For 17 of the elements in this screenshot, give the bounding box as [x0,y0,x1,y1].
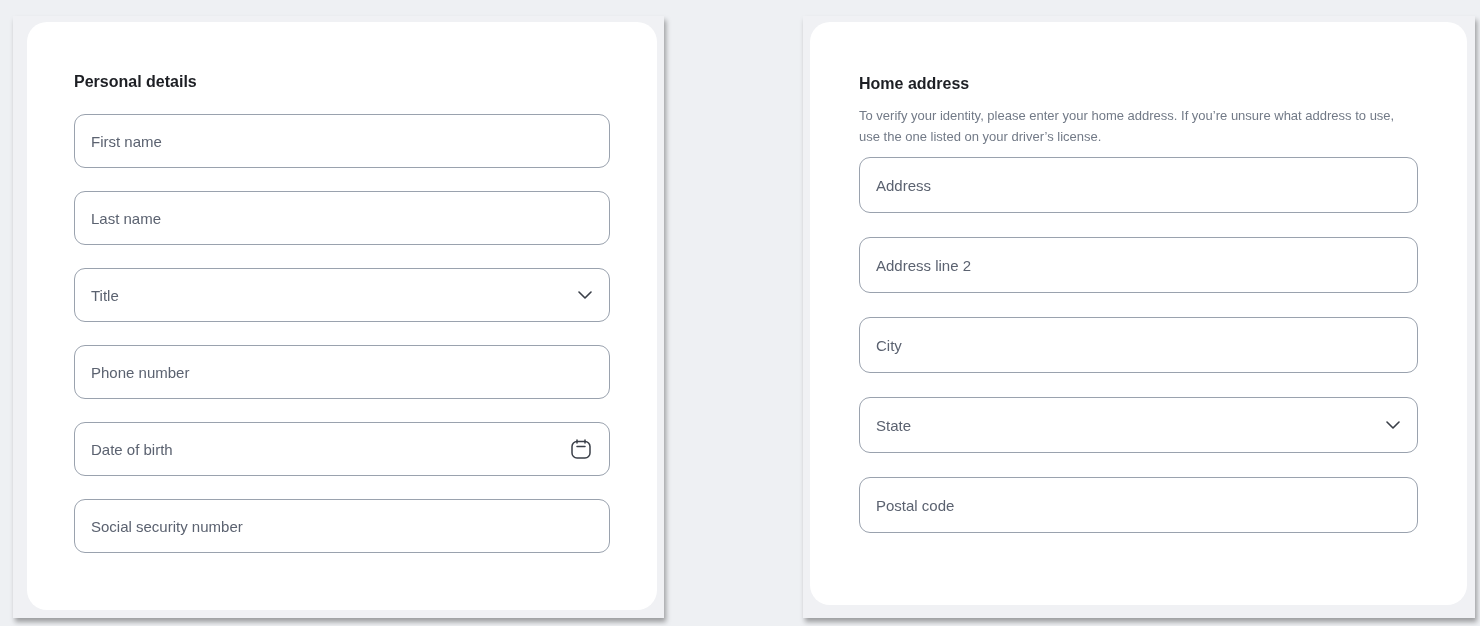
input-field[interactable]: Postal code [859,477,1418,533]
input-field[interactable]: Address [859,157,1418,213]
input-field[interactable]: Address line 2 [859,237,1418,293]
input-field[interactable]: Social security number [74,499,610,553]
section-title: Personal details [74,72,198,92]
select-field[interactable]: Title [74,268,610,322]
chevron-down-icon [578,291,592,299]
input-field[interactable]: Last name [74,191,610,245]
section-description: To verify your identity, please enter your home address. If you’re unsure what address to use, use the one listed on your driver’s license. [859,107,1396,146]
input-field[interactable]: First name [74,114,610,168]
section-title: Home address [859,74,971,94]
date-field[interactable]: Date of birth [74,422,610,476]
chevron-down-icon [1386,421,1400,429]
select-field[interactable]: State [859,397,1418,453]
calendar-icon [570,438,592,460]
input-field[interactable]: City [859,317,1418,373]
input-field[interactable]: Phone number [74,345,610,399]
